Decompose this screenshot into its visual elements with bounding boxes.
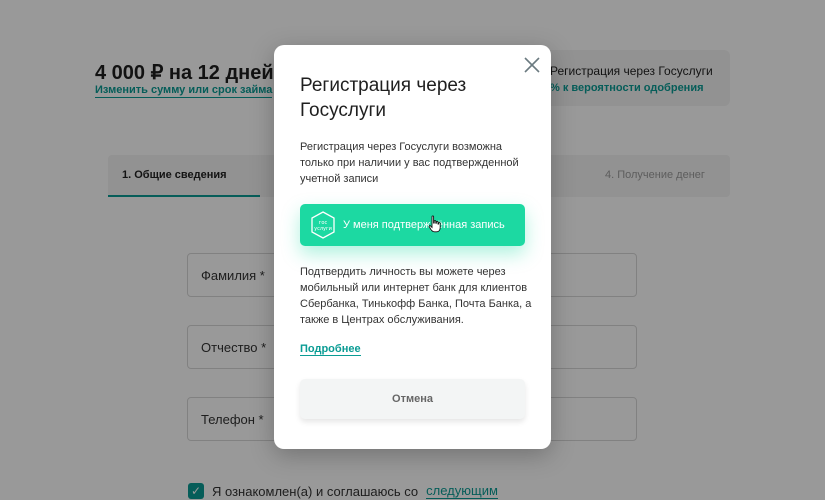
svg-text:услуги: услуги <box>314 226 332 232</box>
cancel-button-label: Отмена <box>392 393 433 405</box>
modal-intro-text: Регистрация через Госуслуги возможна тол… <box>300 141 519 185</box>
gosuslugi-button-label: У меня подтверждённая запись <box>343 219 505 231</box>
hand-cursor-icon <box>428 215 441 233</box>
gosuslugi-logo-icon: гос услуги <box>311 211 335 239</box>
close-icon <box>524 57 540 73</box>
close-button[interactable] <box>523 56 541 74</box>
gosuslugi-modal: Регистрация через Госуслуги Регистрация … <box>274 45 551 449</box>
modal-title: Регистрация через Госуслуги <box>300 75 467 121</box>
cancel-button[interactable]: Отмена <box>300 379 525 419</box>
more-info-link[interactable]: Подробнее <box>300 343 361 356</box>
gosuslugi-confirmed-button[interactable]: гос услуги У меня подтверждённая запись <box>300 204 525 246</box>
modal-details-text: Подтвердить личность вы можете через моб… <box>300 266 532 326</box>
